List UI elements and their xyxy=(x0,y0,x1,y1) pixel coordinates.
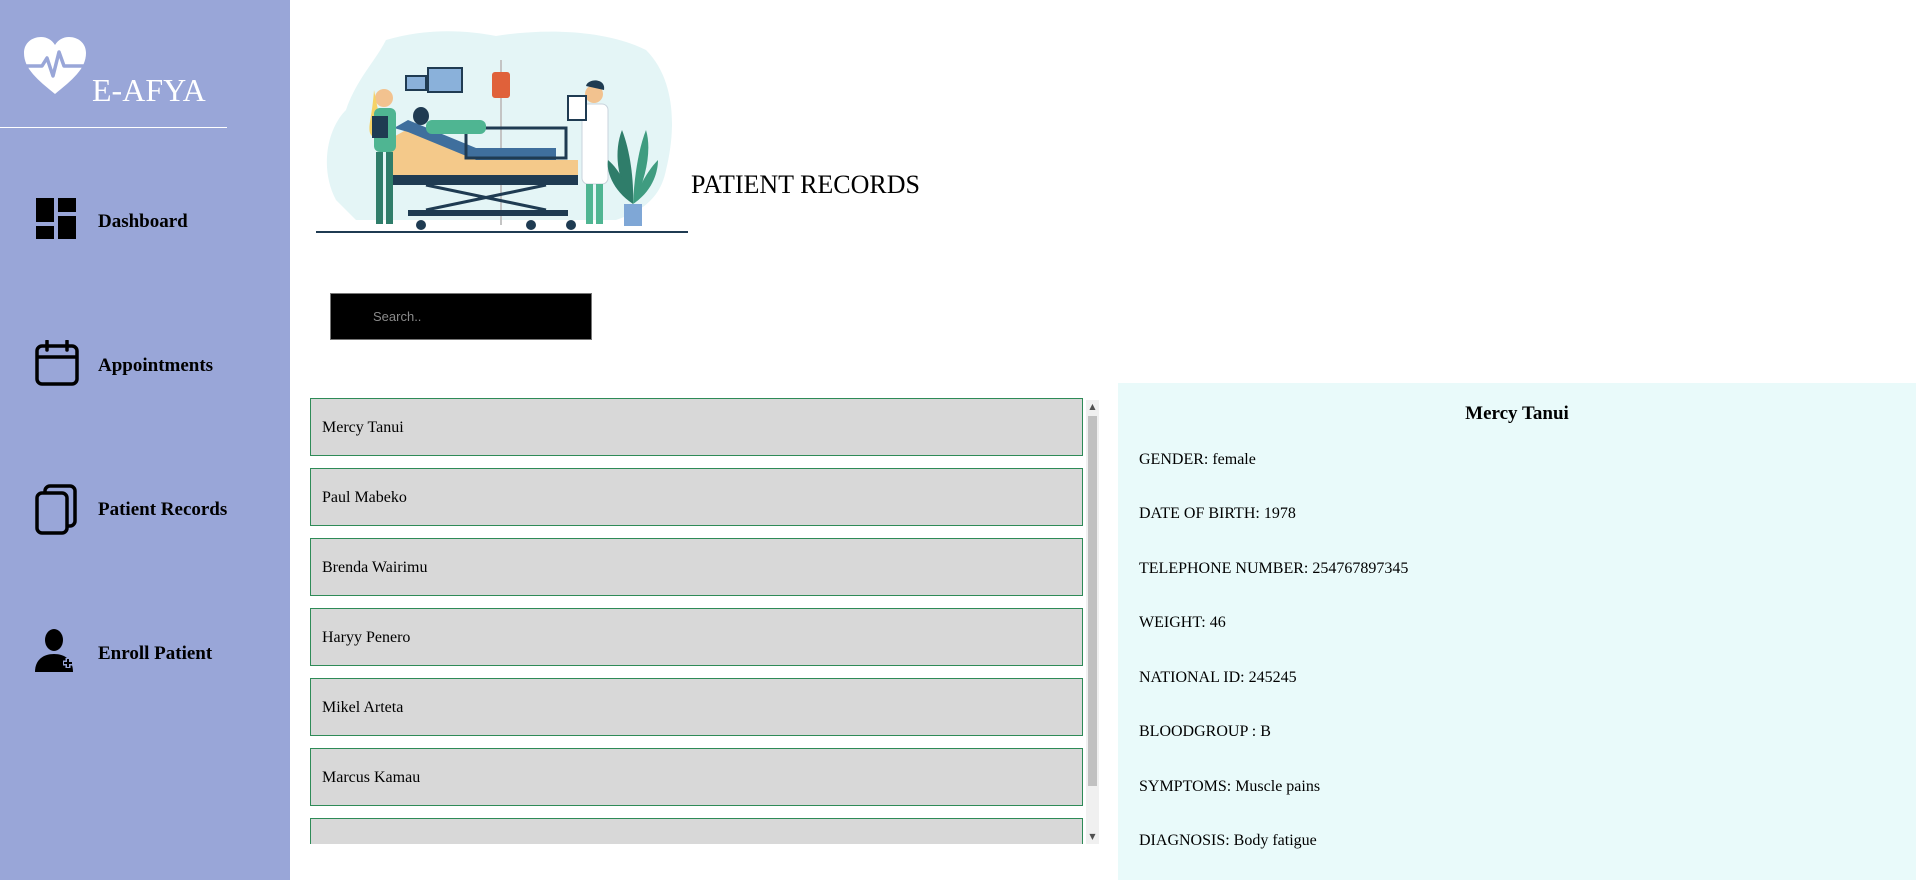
detail-weight: WEIGHT: 46 xyxy=(1139,614,1226,631)
list-item[interactable]: Brenda Wairimu xyxy=(310,538,1083,596)
scroll-down-arrow-icon[interactable]: ▼ xyxy=(1086,830,1099,844)
list-scrollbar[interactable]: ▲ ▼ xyxy=(1086,400,1099,844)
list-item[interactable]: Haryy Penero xyxy=(310,608,1083,666)
detail-national-id: NATIONAL ID: 245245 xyxy=(1139,669,1297,686)
hospital-bed-illustration xyxy=(316,31,688,233)
dashboard-icon xyxy=(36,198,76,239)
list-item[interactable] xyxy=(310,818,1083,844)
scroll-thumb[interactable] xyxy=(1088,416,1097,786)
list-item[interactable]: Marcus Kamau xyxy=(310,748,1083,806)
sidebar: E-AFYA Dashboard Appointments Patient Re… xyxy=(0,0,290,880)
page-title: PATIENT RECORDS xyxy=(691,170,920,199)
detail-date-of-birth: DATE OF BIRTH: 1978 xyxy=(1139,505,1296,522)
list-item[interactable]: Mikel Arteta xyxy=(310,678,1083,736)
sidebar-item-patient-records[interactable]: Patient Records xyxy=(34,484,274,535)
detail-gender: GENDER: female xyxy=(1139,451,1256,468)
sidebar-item-label: Enroll Patient xyxy=(98,643,213,664)
logo-divider xyxy=(0,127,227,128)
list-item[interactable]: Paul Mabeko xyxy=(310,468,1083,526)
list-item[interactable]: Mercy Tanui xyxy=(310,398,1083,456)
detail-bloodgroup: BLOODGROUP : B xyxy=(1139,723,1271,740)
records-icon xyxy=(35,484,77,535)
app-name: E-AFYA xyxy=(92,72,206,108)
sidebar-item-dashboard[interactable]: Dashboard xyxy=(34,196,274,246)
scroll-up-arrow-icon[interactable]: ▲ xyxy=(1086,400,1099,414)
patient-list[interactable]: Mercy Tanui Paul Mabeko Brenda Wairimu H… xyxy=(310,398,1099,844)
patient-details-panel: Mercy Tanui GENDER: female DATE OF BIRTH… xyxy=(1118,383,1916,880)
sidebar-item-label: Appointments xyxy=(98,355,214,376)
sidebar-item-enroll-patient[interactable]: Enroll Patient xyxy=(34,628,274,678)
search-input[interactable] xyxy=(330,293,592,340)
sidebar-item-label: Dashboard xyxy=(98,211,188,232)
sidebar-item-appointments[interactable]: Appointments xyxy=(34,340,274,390)
add-user-icon xyxy=(35,629,73,672)
calendar-icon xyxy=(35,340,79,386)
heart-pulse-icon xyxy=(24,37,86,94)
detail-telephone: TELEPHONE NUMBER: 254767897345 xyxy=(1139,560,1409,577)
sidebar-item-label: Patient Records xyxy=(98,499,228,520)
detail-symptoms: SYMPTOMS: Muscle pains xyxy=(1139,778,1321,795)
patient-name-heading: Mercy Tanui xyxy=(1465,403,1569,424)
detail-diagnosis: DIAGNOSIS: Body fatigue xyxy=(1139,832,1317,849)
